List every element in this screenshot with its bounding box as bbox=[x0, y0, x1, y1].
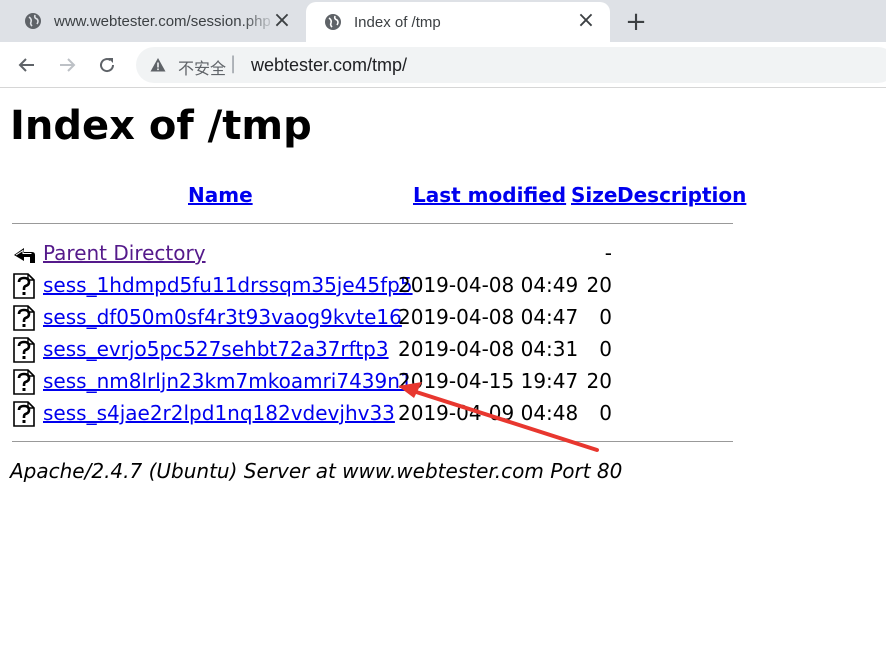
security-status[interactable]: 不安全 bbox=[178, 55, 226, 79]
last-modified: 2019-04-08 04:31 bbox=[398, 337, 579, 361]
tab-strip: www.webtester.com/session.php × Index of… bbox=[0, 0, 886, 42]
last-modified: 2019-04-15 19:47 bbox=[398, 369, 579, 393]
close-tab-icon[interactable]: × bbox=[272, 10, 292, 32]
close-tab-icon[interactable]: × bbox=[576, 10, 596, 32]
unknown-file-icon bbox=[13, 337, 35, 363]
page-content: Index of /tmp Name Last modified Size De… bbox=[0, 89, 886, 664]
arrow-left-icon bbox=[18, 58, 34, 72]
tab-index-of-tmp[interactable]: Index of /tmp × bbox=[306, 2, 610, 42]
table-row: sess_df050m0sf4r3t93vaog9kvte16 2019-04-0… bbox=[12, 304, 732, 332]
file-size: 0 bbox=[599, 401, 612, 425]
file-link[interactable]: sess_evrjo5pc527sehbt72a37rftp3 bbox=[43, 337, 389, 361]
last-modified: 2019-04-09 04:48 bbox=[398, 401, 579, 425]
server-signature: Apache/2.4.7 (Ubuntu) Server at www.webt… bbox=[10, 459, 623, 483]
back-folder-icon bbox=[14, 248, 35, 263]
unknown-file-icon bbox=[13, 369, 35, 395]
unknown-file-icon bbox=[13, 305, 35, 331]
table-row: sess_evrjo5pc527sehbt72a37rftp3 2019-04-0… bbox=[12, 336, 732, 364]
tab-title: Index of /tmp bbox=[354, 13, 441, 31]
globe-icon bbox=[325, 14, 341, 30]
file-link[interactable]: sess_s4jae2r2lpd1nq182vdevjhv33 bbox=[43, 401, 395, 425]
arrow-right-icon bbox=[60, 58, 76, 72]
file-size: 20 bbox=[586, 369, 612, 393]
divider bbox=[12, 441, 733, 442]
tab-title: www.webtester.com/session.php bbox=[54, 12, 271, 30]
unknown-file-icon bbox=[13, 273, 35, 299]
new-tab-button[interactable]: + bbox=[622, 8, 650, 36]
reload-icon bbox=[100, 58, 115, 73]
sort-by-size-link[interactable]: Size bbox=[571, 183, 617, 207]
table-row: sess_1hdmpd5fu11drssqm35je45fp5 2019-04-0… bbox=[12, 272, 732, 300]
address-bar[interactable]: 不安全 | webtester.com/tmp/ bbox=[136, 47, 886, 83]
divider bbox=[12, 223, 733, 224]
table-row: sess_s4jae2r2lpd1nq182vdevjhv33 2019-04-0… bbox=[12, 400, 732, 428]
page-title: Index of /tmp bbox=[10, 103, 312, 149]
forward-button[interactable] bbox=[53, 51, 81, 79]
file-size: - bbox=[604, 241, 612, 265]
reload-button[interactable] bbox=[93, 51, 121, 79]
last-modified: 2019-04-08 04:47 bbox=[398, 305, 579, 329]
table-row: sess_nm8lrljn23km7mkoamri7439n1 2019-04-1… bbox=[12, 368, 732, 396]
file-size: 0 bbox=[599, 305, 612, 329]
last-modified: 2019-04-08 04:49 bbox=[398, 273, 579, 297]
url-text[interactable]: webtester.com/tmp/ bbox=[251, 55, 407, 76]
globe-icon bbox=[25, 13, 41, 29]
file-size: 0 bbox=[599, 337, 612, 361]
parent-directory-link[interactable]: Parent Directory bbox=[43, 241, 206, 265]
warning-icon[interactable] bbox=[150, 57, 166, 73]
separator: | bbox=[230, 53, 237, 74]
file-link[interactable]: sess_df050m0sf4r3t93vaog9kvte16 bbox=[43, 305, 402, 329]
sort-by-description-link[interactable]: Description bbox=[617, 183, 746, 207]
tab-session-php[interactable]: www.webtester.com/session.php × bbox=[0, 0, 306, 42]
file-size: 20 bbox=[586, 273, 612, 297]
unknown-file-icon bbox=[13, 401, 35, 427]
file-link[interactable]: sess_nm8lrljn23km7mkoamri7439n1 bbox=[43, 369, 413, 393]
table-row: Parent Directory - bbox=[12, 240, 732, 268]
sort-by-last-modified-link[interactable]: Last modified bbox=[413, 183, 566, 207]
browser-toolbar: 不安全 | webtester.com/tmp/ bbox=[0, 42, 886, 88]
back-button[interactable] bbox=[13, 51, 41, 79]
file-link[interactable]: sess_1hdmpd5fu11drssqm35je45fp5 bbox=[43, 273, 413, 297]
sort-by-name-link[interactable]: Name bbox=[188, 183, 253, 207]
